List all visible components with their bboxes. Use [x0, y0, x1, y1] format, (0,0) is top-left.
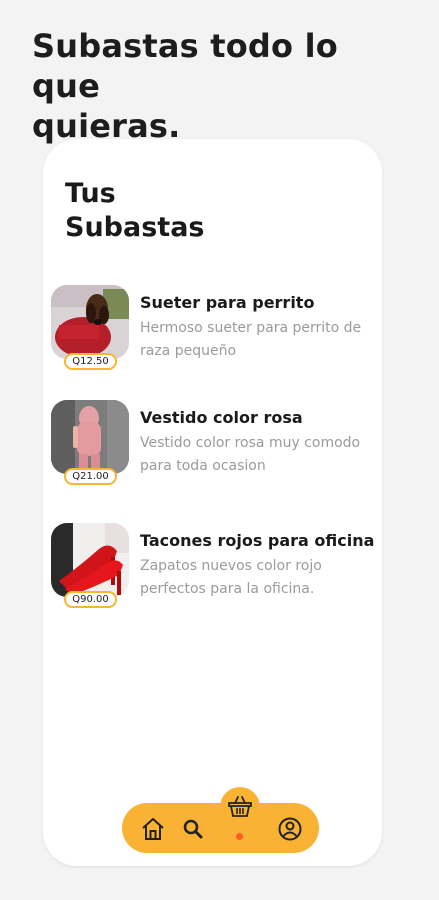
price-badge: Q12.50 [64, 353, 117, 370]
page-title: Tus Subastas [65, 177, 204, 245]
item-description: Hermoso sueter para perrito de raza pequ… [140, 320, 362, 359]
item-description: Zapatos nuevos color rojo perfectos para… [140, 558, 322, 597]
auction-item-heels[interactable]: Q90.00 Tacones rojos para oficina Zapato… [51, 523, 381, 623]
item-description: Vestido color rosa muy comodo para toda … [140, 435, 361, 474]
basket-button[interactable] [220, 787, 260, 827]
profile-icon[interactable] [277, 816, 303, 842]
hero-line-1: Subastas todo lo que [32, 27, 338, 105]
basket-icon [228, 796, 252, 817]
item-name: Vestido color rosa [140, 408, 303, 427]
item-image-pink-dress [51, 400, 129, 474]
price-badge: Q90.00 [64, 591, 117, 608]
search-icon[interactable] [180, 816, 206, 842]
page-title-line-1: Tus [65, 178, 116, 209]
item-image-red-heels [51, 523, 129, 597]
item-name: Tacones rojos para oficina [140, 531, 375, 550]
auction-item-sweater[interactable]: Q12.50 Sueter para perrito Hermoso suete… [51, 285, 381, 385]
home-icon[interactable] [140, 816, 166, 842]
phone-screen: Tus Subastas Q12.50 Sueter para perrito … [43, 139, 382, 866]
item-image-dog-sweater [51, 285, 129, 359]
item-name: Sueter para perrito [140, 293, 315, 312]
auction-item-dress[interactable]: Q21.00 Vestido color rosa Vestido color … [51, 400, 381, 500]
hero-heading: Subastas todo lo que quieras. [32, 26, 412, 146]
bottom-nav [122, 787, 319, 853]
active-indicator-dot [236, 833, 243, 840]
page-title-line-2: Subastas [65, 212, 205, 243]
price-badge: Q21.00 [64, 468, 117, 485]
